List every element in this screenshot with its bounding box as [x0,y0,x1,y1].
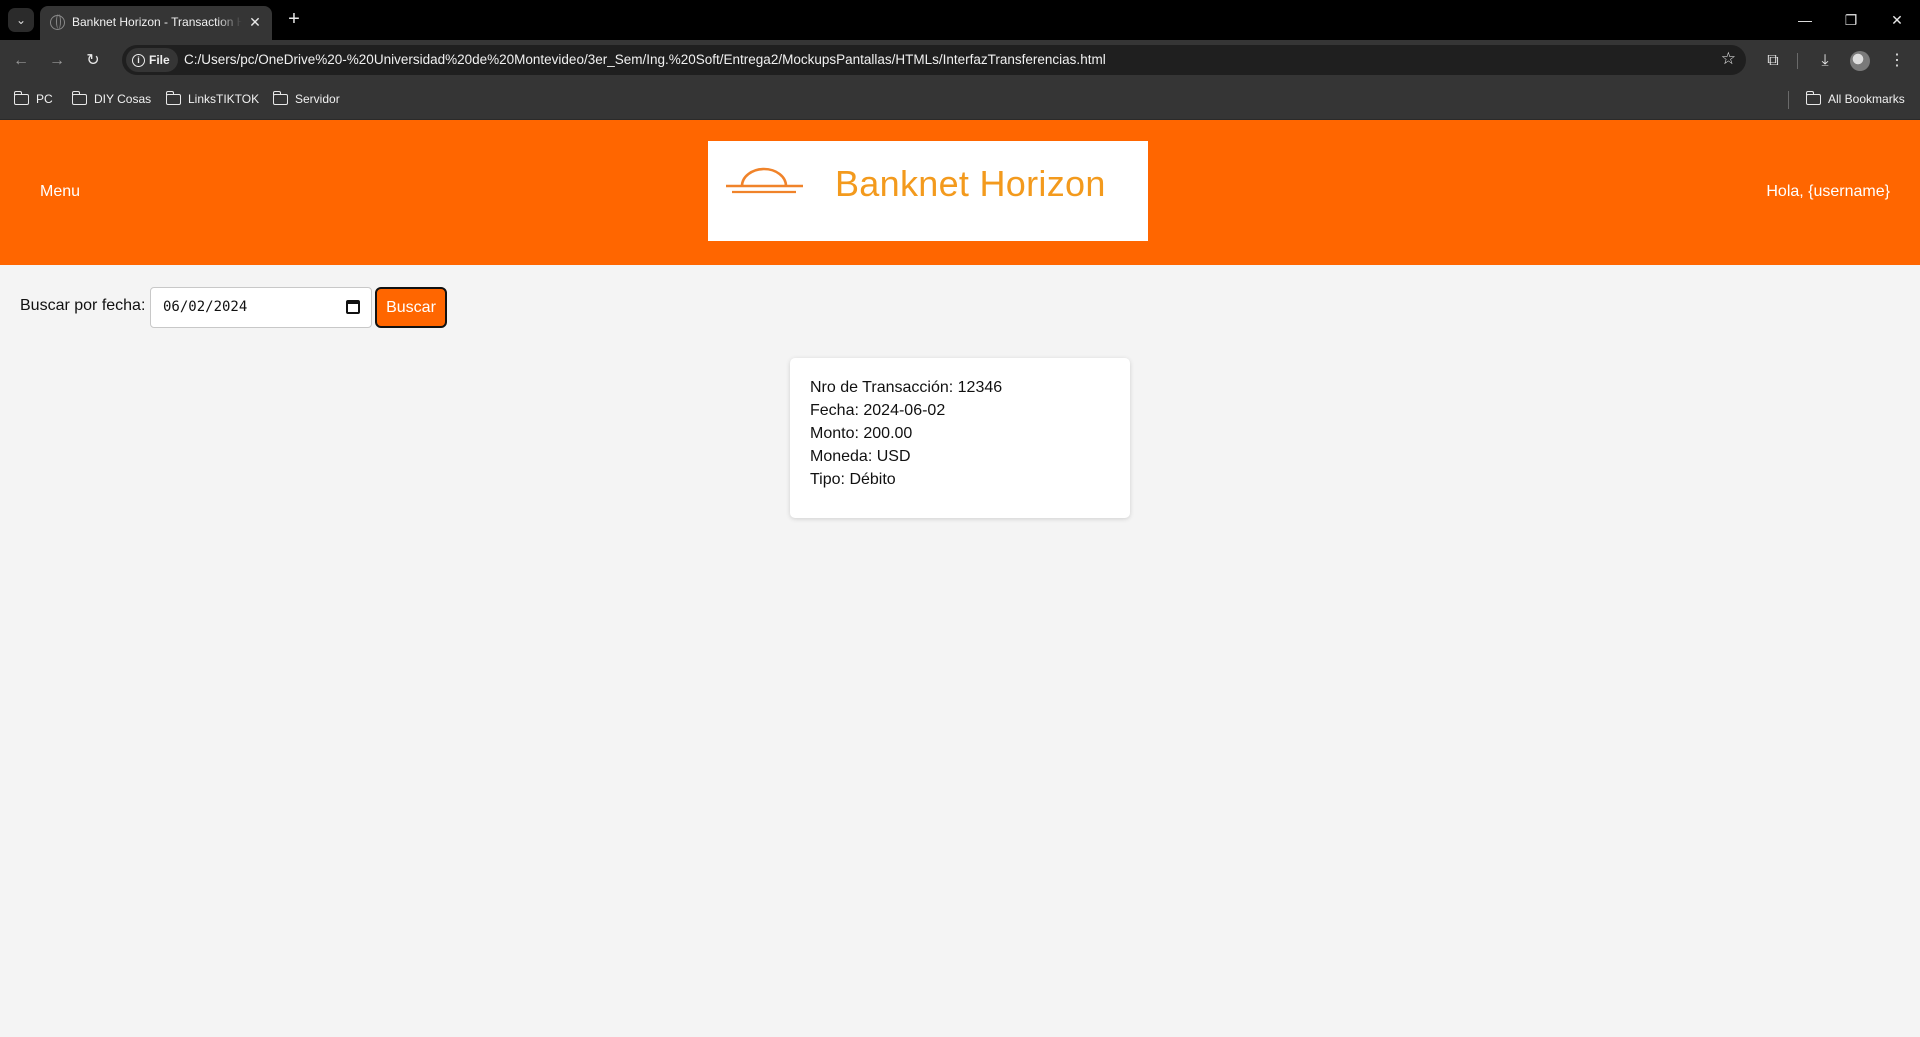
brand-name: Banknet Horizon [835,163,1106,204]
extensions-puzzle-icon[interactable]: ⧉ [1760,48,1786,74]
site-chip-label: File [149,53,170,67]
date-value[interactable]: 06/02/2024 [163,299,247,315]
browser-toolbar: ← → ↻ i File C:/Users/pc/OneDrive%20-%20… [0,40,1920,80]
transaction-date-label: Fecha: [810,402,859,419]
bookmarks-bar: PC DIY Cosas LinksTIKTOK Servidor All Bo… [0,80,1920,120]
bookmark-star-icon[interactable]: ☆ [1721,49,1736,69]
calendar-icon[interactable] [346,300,360,314]
bookmark-servidor[interactable]: Servidor [272,90,340,106]
all-bookmarks[interactable]: All Bookmarks [1805,90,1905,106]
more-menu-icon[interactable]: ⋮ [1884,48,1910,74]
transaction-amount: Monto: 200.00 [810,422,1110,445]
folder-icon [272,90,288,105]
transaction-currency-value: USD [876,448,911,465]
user-greeting: Hola, {username} [1766,183,1890,200]
profile-avatar[interactable] [1850,51,1870,71]
back-arrow-icon[interactable]: ← [8,48,34,74]
tab-list-chevron-down-icon[interactable]: ⌄ [8,8,34,32]
address-bar[interactable]: i File C:/Users/pc/OneDrive%20-%20Univer… [122,45,1746,75]
toolbar-divider [1797,53,1798,69]
sunrise-icon [726,167,803,194]
transaction-type: Tipo: Débito [810,468,1110,491]
reload-icon[interactable]: ↻ [80,48,106,74]
folder-icon [1805,90,1821,105]
brand-logo[interactable]: Banknet Horizon [708,141,1148,241]
search-date-label: Buscar por fecha: [20,297,146,314]
tab-title: Banknet Horizon - Transaction H [72,15,242,29]
transaction-type-value: Débito [849,471,896,488]
forward-arrow-icon[interactable]: → [44,48,70,74]
transaction-number: Nro de Transacción: 12346 [810,376,1110,399]
bookmarks-divider [1788,91,1789,109]
browser-tab-active[interactable]: Banknet Horizon - Transaction H ✕ [40,6,272,40]
folder-icon [13,90,29,105]
all-bookmarks-label: All Bookmarks [1828,92,1905,106]
transaction-amount-label: Monto: [810,425,859,442]
minimize-icon[interactable]: — [1790,8,1820,32]
site-info-chip[interactable]: i File [126,48,178,72]
search-button[interactable]: Buscar [375,287,447,328]
bookmark-pc[interactable]: PC [13,90,53,106]
transaction-number-label: Nro de Transacción: [810,379,954,396]
menu-link[interactable]: Menu [40,183,80,201]
bookmark-label: DIY Cosas [94,92,152,106]
close-window-icon[interactable]: ✕ [1882,8,1912,32]
bookmark-linkstiktok[interactable]: LinksTIKTOK [165,90,260,106]
transaction-currency-label: Moneda: [810,448,873,465]
transaction-number-value: 12346 [957,379,1003,396]
bookmark-diy-cosas[interactable]: DIY Cosas [71,90,152,106]
download-icon[interactable]: ⤓ [1812,48,1838,74]
url-text[interactable]: C:/Users/pc/OneDrive%20-%20Universidad%2… [184,52,1106,67]
bookmark-label: Servidor [295,92,340,106]
transaction-date: Fecha: 2024-06-02 [810,399,1110,422]
folder-icon [165,90,181,105]
bookmark-label: LinksTIKTOK [188,92,260,106]
folder-icon [71,90,87,105]
tab-close-icon[interactable]: ✕ [246,13,264,31]
info-icon: i [132,53,145,67]
new-tab-button[interactable]: + [282,8,306,32]
browser-tab-strip: ⌄ Banknet Horizon - Transaction H ✕ + — … [0,0,1920,40]
transaction-amount-value: 200.00 [863,425,913,442]
transaction-currency: Moneda: USD [810,445,1110,468]
date-field[interactable]: 06/02/2024 [150,287,372,328]
transaction-card: Nro de Transacción: 12346 Fecha: 2024-06… [790,358,1130,518]
bookmark-label: PC [36,92,53,106]
restore-icon[interactable]: ❐ [1836,8,1866,32]
transaction-type-label: Tipo: [810,471,845,488]
transaction-date-value: 2024-06-02 [863,402,946,419]
site-header: Menu Banknet Horizon Hola, {username} [0,120,1920,265]
globe-icon [50,14,65,30]
